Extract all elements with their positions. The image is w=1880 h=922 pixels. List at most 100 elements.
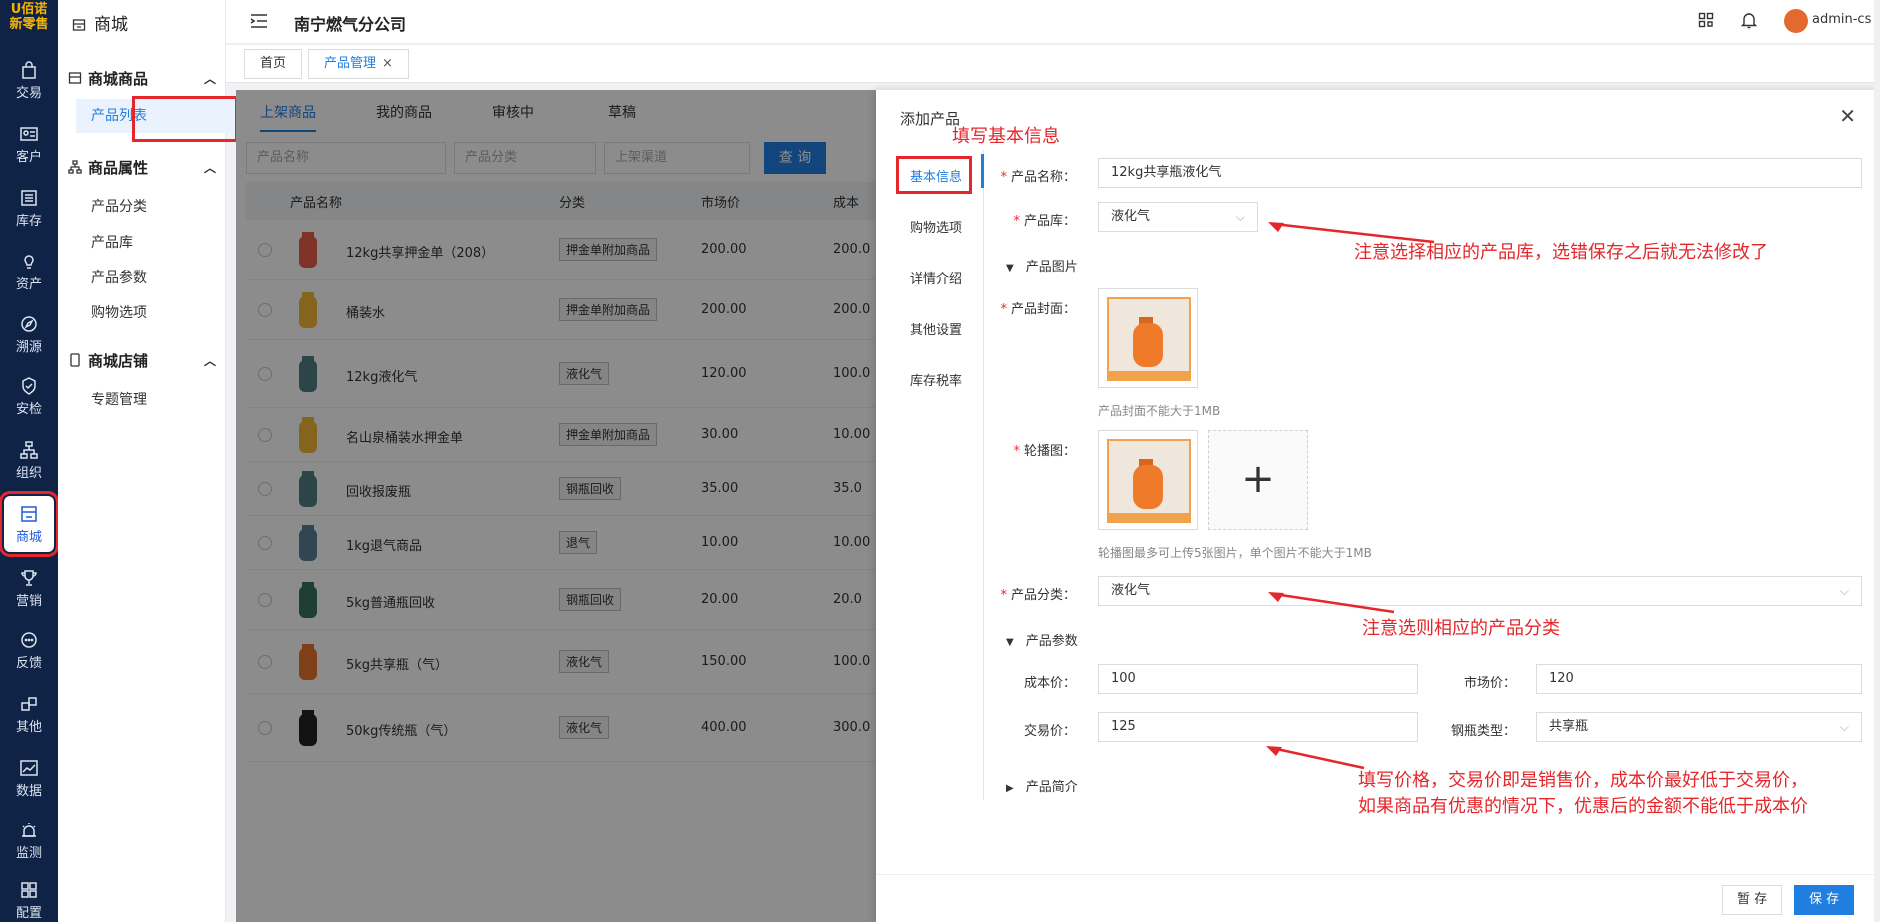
rail-item-store[interactable]: 商城 <box>0 491 59 557</box>
nav-detail-intro[interactable]: 详情介绍 <box>900 268 972 287</box>
cylinder-type-label: 钢瓶类型： <box>1450 724 1516 739</box>
product-library-select[interactable]: 液化气 ⌵ <box>1098 202 1258 232</box>
rail-item-trophy[interactable]: 营销 <box>4 560 54 616</box>
close-icon[interactable]: × <box>382 56 393 71</box>
rail-item-org[interactable]: 组织 <box>4 432 54 488</box>
cover-image[interactable] <box>1098 288 1198 388</box>
rail-item-shield-check[interactable]: 安检 <box>4 368 54 424</box>
carousel-image[interactable] <box>1098 430 1198 530</box>
group-label: 商城店铺 <box>88 352 149 370</box>
store-icon <box>68 71 82 85</box>
annotation-box-product-list <box>132 96 238 142</box>
chart-icon <box>20 760 38 776</box>
rail-item-compass[interactable]: 溯源 <box>4 306 54 362</box>
close-icon[interactable]: ✕ <box>1839 104 1856 128</box>
nav-other-settings[interactable]: 其他设置 <box>900 319 972 338</box>
drawer-title: 添加产品 <box>900 110 961 128</box>
group-label: 商品属性 <box>88 159 149 177</box>
sidebar-group-mall-store[interactable]: 商城店铺 ︿ <box>68 350 218 371</box>
cover-label: * 产品封面： <box>1000 302 1076 317</box>
tab-home[interactable]: 首页 <box>244 49 303 79</box>
cost-input[interactable]: 100 <box>1098 664 1418 694</box>
chevron-up-icon: ︿ <box>203 161 216 175</box>
rail-item-label: 溯源 <box>15 340 42 355</box>
add-product-drawer: 添加产品 ✕ 基本信息 购物选项 详情介绍 其他设置 库存税率 * 产品名称： 1… <box>876 90 1880 922</box>
bulb-icon <box>24 255 34 269</box>
qrcode-icon[interactable] <box>1698 12 1714 32</box>
chat-icon <box>21 632 37 648</box>
trade-price-input[interactable]: 125 <box>1098 712 1418 742</box>
tree-icon <box>68 160 82 174</box>
rail-item-chart[interactable]: 数据 <box>4 750 54 806</box>
icon-rail: U佰诺 新零售 交易 客户 库存 资产 溯源 安检 组织 商城 营销 反馈 其他 数据 监测 配置 <box>0 0 59 922</box>
annotation-price-1: 填写价格，交易价即是销售价，成本价最好低于交易价， <box>1358 770 1808 791</box>
sidebar-item-shopping-options[interactable]: 购物选项 <box>91 302 147 322</box>
sidebar-item-product-params[interactable]: 产品参数 <box>91 267 147 287</box>
chevron-up-icon: ︿ <box>203 72 216 86</box>
rail-item-label: 组织 <box>15 466 42 481</box>
sidebar-title-label: 商城 <box>94 15 128 35</box>
gas-cylinder-image <box>1107 297 1191 381</box>
rail-item-label: 营销 <box>15 594 42 609</box>
draft-button[interactable]: 暂 存 <box>1722 885 1783 915</box>
trophy-icon <box>21 570 37 586</box>
rail-item-label: 安检 <box>15 402 42 417</box>
product-name-input[interactable]: 12kg共享瓶液化气 <box>1098 158 1862 188</box>
sidebar-item-product-category[interactable]: 产品分类 <box>91 196 147 216</box>
annotation-arrow <box>1268 592 1395 614</box>
avatar[interactable] <box>1784 9 1808 33</box>
annotation-box-basic-info <box>896 156 972 194</box>
nav-shopping-options[interactable]: 购物选项 <box>900 217 972 236</box>
cylinder-type-select[interactable]: 共享瓶 ⌵ <box>1536 712 1862 742</box>
sidebar-item-product-library[interactable]: 产品库 <box>91 232 133 252</box>
rail-item-label: 库存 <box>15 214 42 229</box>
chevron-down-icon: ⌵ <box>1235 210 1245 224</box>
menu-fold-icon[interactable] <box>250 13 268 33</box>
sidebar-group-product-attrs[interactable]: 商品属性 ︿ <box>68 157 218 178</box>
rail-item-bulb[interactable]: 资产 <box>4 243 54 299</box>
alarm-icon <box>22 823 36 837</box>
modal-overlay[interactable] <box>236 90 876 922</box>
scrollbar[interactable] <box>1874 0 1880 922</box>
rail-item-list[interactable]: 库存 <box>4 180 54 236</box>
phone-icon <box>68 353 82 367</box>
rail-item-label: 反馈 <box>15 656 42 671</box>
rail-item-chat[interactable]: 反馈 <box>4 622 54 678</box>
rail-item-label: 配置 <box>15 906 42 921</box>
save-button[interactable]: 保 存 <box>1794 885 1855 915</box>
bell-icon[interactable] <box>1740 12 1758 33</box>
images-section-header[interactable]: ▼ 产品图片 <box>1006 256 1078 275</box>
blocks-icon <box>21 697 37 711</box>
nav-stock-tax[interactable]: 库存税率 <box>900 370 972 389</box>
rail-item-bag[interactable]: 交易 <box>4 52 54 108</box>
annotation-arrow <box>1266 746 1365 770</box>
market-price-input[interactable]: 120 <box>1536 664 1862 694</box>
store-icon <box>21 506 37 522</box>
tab-product-manage[interactable]: 产品管理 × <box>308 49 409 79</box>
secondary-sidebar: 商城 商城商品 ︿ 产品列表 商品属性 ︿ 产品分类 产品库 产品参数 购物选项… <box>58 0 244 922</box>
rail-item-label: 数据 <box>15 784 42 799</box>
page-tabs: 首页 产品管理 × <box>226 45 1880 83</box>
sidebar-title: 商城 <box>72 10 128 37</box>
params-section-header[interactable]: ▼ 产品参数 <box>1006 630 1078 649</box>
sidebar-item-topic-manage[interactable]: 专题管理 <box>91 389 147 409</box>
intro-section-header[interactable]: ▶ 产品简介 <box>1006 776 1078 795</box>
caret-down-icon: ▼ <box>1006 263 1014 274</box>
rail-item-grid[interactable]: 配置 <box>4 872 54 922</box>
rail-item-alarm[interactable]: 监测 <box>4 812 54 868</box>
user-name[interactable]: admin-cs <box>1812 12 1871 27</box>
rail-item-label: 资产 <box>15 277 42 292</box>
org-icon <box>20 441 38 459</box>
sidebar-group-mall-products[interactable]: 商城商品 ︿ <box>68 68 218 89</box>
tab-label: 首页 <box>260 56 287 71</box>
category-select[interactable]: 液化气 ⌵ <box>1098 576 1862 606</box>
rail-item-blocks[interactable]: 其他 <box>4 686 54 742</box>
select-value: 液化气 <box>1111 583 1151 598</box>
upload-plus-button[interactable]: + <box>1208 430 1308 530</box>
rail-item-id-card[interactable]: 客户 <box>4 116 54 172</box>
select-value: 液化气 <box>1111 209 1151 224</box>
rail-item-label: 监测 <box>15 846 42 861</box>
select-value: 共享瓶 <box>1549 719 1589 734</box>
rail-item-label: 客户 <box>15 150 42 165</box>
product-name-label: * 产品名称： <box>1000 170 1076 185</box>
